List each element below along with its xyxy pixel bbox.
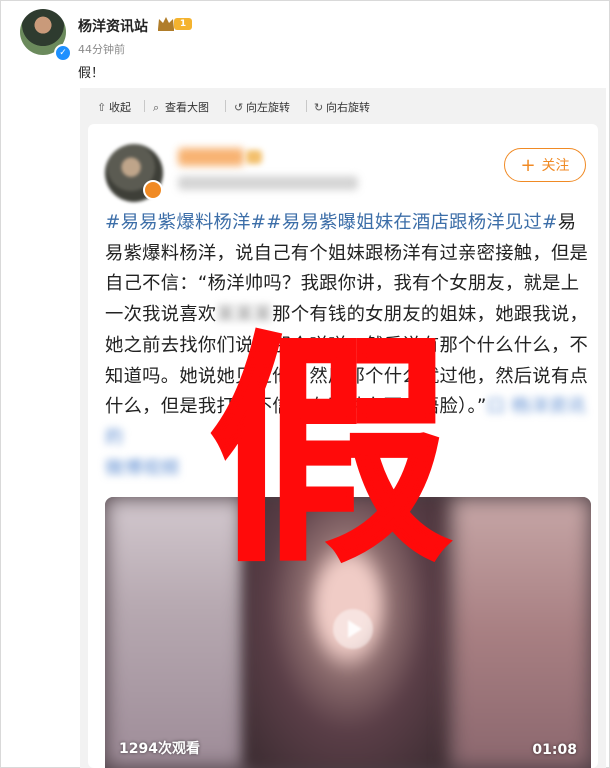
- level-badge: 1: [174, 18, 192, 30]
- collapse-arrow-icon: ⇧: [97, 101, 107, 114]
- video-frame-left: [105, 497, 245, 768]
- author-name[interactable]: 杨洋资讯站: [78, 16, 148, 36]
- card-body-text: #易易紫爆料杨洋##易易紫曝姐妹在酒店跟杨洋见过#易易紫爆料杨洋，说自己有个姐妹…: [105, 208, 591, 484]
- post-timestamp[interactable]: 44分钟前: [78, 41, 125, 57]
- rotate-left-label: 向左旋转: [246, 101, 290, 114]
- rotate-left-button[interactable]: ↺ 向左旋转: [234, 99, 290, 115]
- hashtag-links[interactable]: #易易紫爆料杨洋##易易紫曝姐妹在酒店跟杨洋见过#: [105, 212, 558, 233]
- verified-badge-icon: ✓: [54, 44, 72, 62]
- screenshot-card[interactable]: + 关注 #易易紫爆料杨洋##易易紫曝姐妹在酒店跟杨洋见过#易易紫爆料杨洋，说自己…: [88, 124, 598, 768]
- follow-label: 关注: [541, 158, 570, 174]
- crown-icon: [158, 17, 174, 31]
- play-icon[interactable]: [333, 609, 373, 649]
- rotate-left-icon: ↺: [234, 101, 244, 114]
- rotate-right-icon: ↻: [314, 101, 324, 114]
- view-large-button[interactable]: ⌕ 查看大图: [153, 99, 209, 115]
- follow-button[interactable]: + 关注: [504, 148, 586, 182]
- blurred-name: 某某某: [216, 304, 273, 326]
- toolbar-divider: [144, 100, 145, 112]
- collapse-label: 收起: [109, 101, 131, 114]
- video-frame-right: [451, 497, 591, 768]
- rotate-right-button[interactable]: ↻ 向右旋转: [314, 99, 370, 115]
- blurred-meta: [178, 176, 358, 190]
- view-large-label: 查看大图: [165, 101, 209, 114]
- plus-icon: +: [520, 155, 536, 176]
- video-duration: 01:08: [532, 742, 577, 758]
- collapse-button[interactable]: ⇧ 收起: [97, 99, 131, 115]
- image-viewer: ⇧ 收起 ⌕ 查看大图 ↺ 向左旋转 ↻ 向右旋转 + 关注 #易易紫爆料杨洋##易易紫曝…: [80, 88, 606, 768]
- blurred-video-link-2[interactable]: 微博视频: [105, 454, 185, 485]
- magnifier-icon: ⌕: [153, 101, 160, 114]
- blurred-username: [178, 148, 244, 166]
- toolbar-divider: [306, 100, 307, 112]
- rotate-right-label: 向右旋转: [326, 101, 370, 114]
- image-toolbar: ⇧ 收起 ⌕ 查看大图 ↺ 向左旋转 ↻ 向右旋转: [80, 88, 606, 122]
- video-player[interactable]: 1294次观看 01:08: [105, 497, 591, 768]
- blurred-user-badge: [246, 150, 262, 164]
- view-count: 1294次观看: [119, 741, 200, 757]
- toolbar-divider: [225, 100, 226, 112]
- blurred-badge-icon: [143, 180, 163, 200]
- post-text: 假！: [78, 66, 105, 81]
